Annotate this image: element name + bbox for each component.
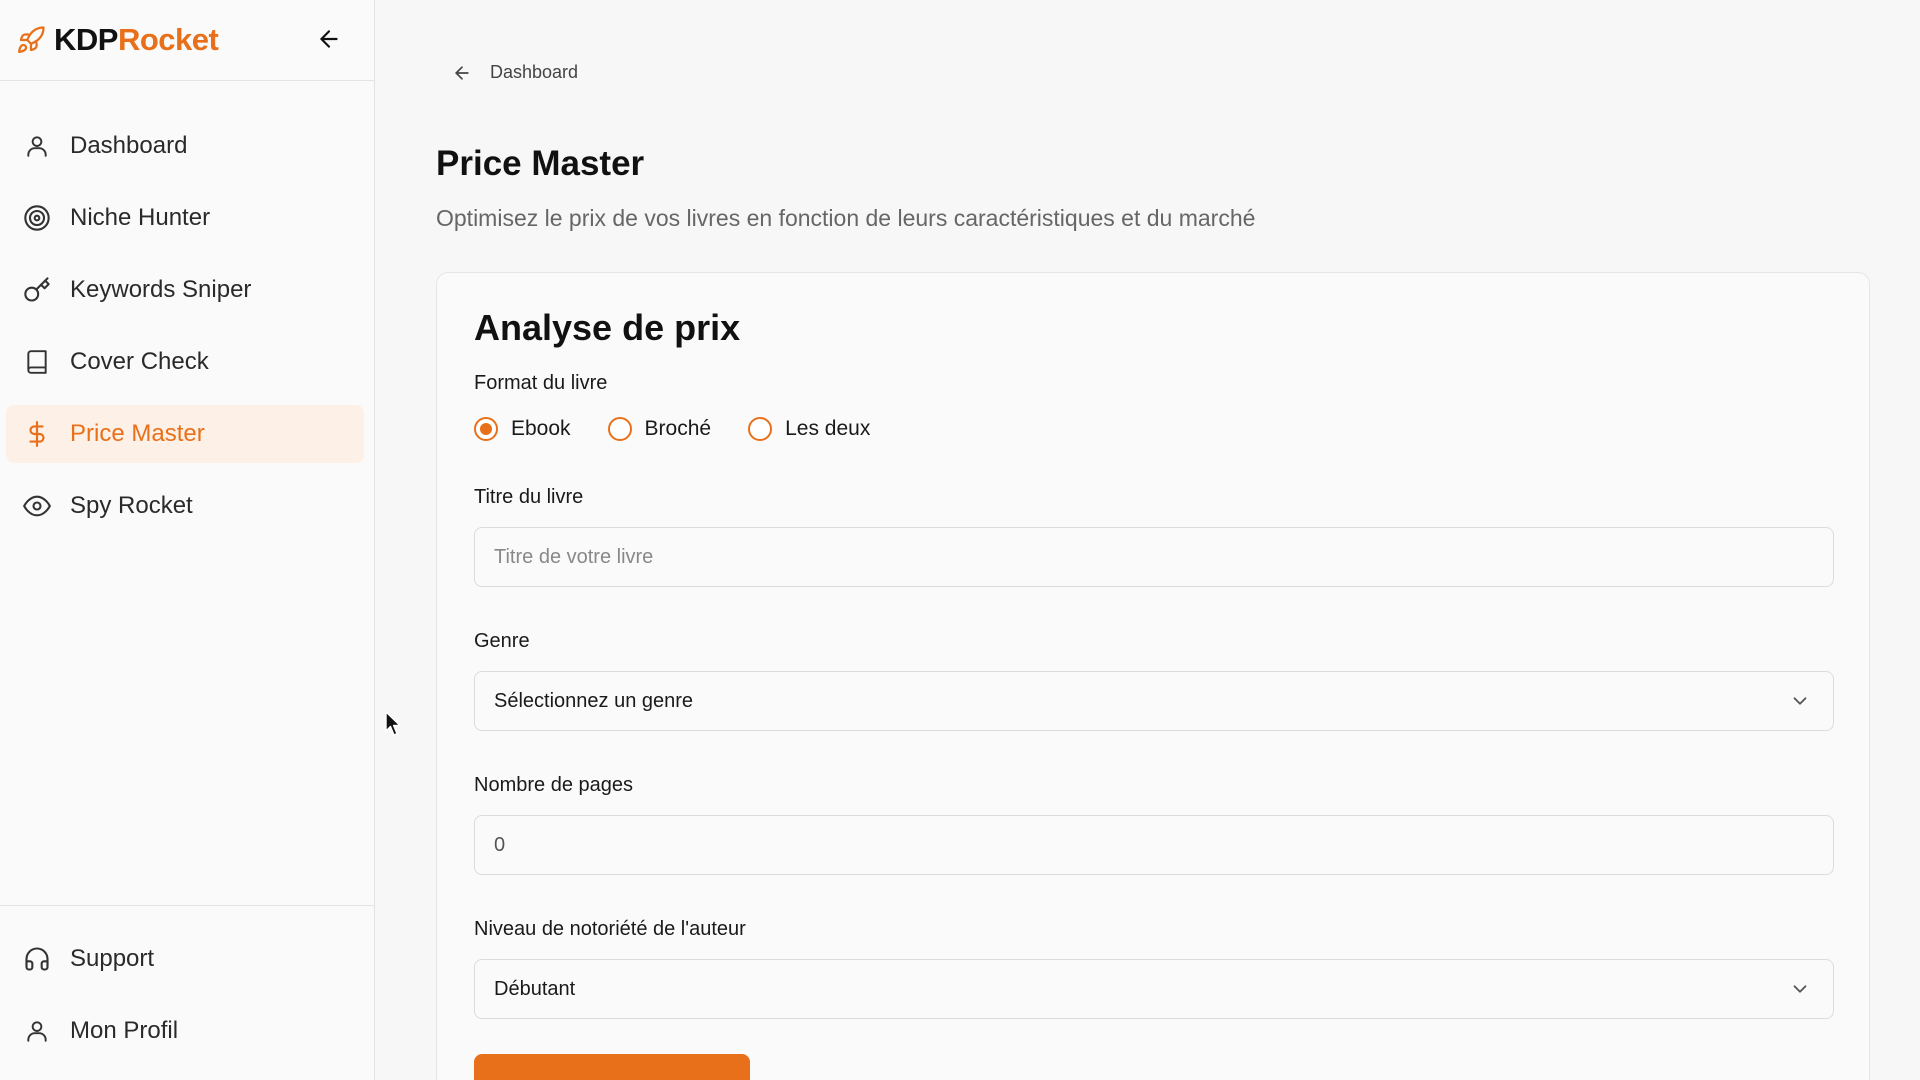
genre-select[interactable]: Sélectionnez un genre [474,671,1834,731]
brand-logo[interactable]: KDPRocket [16,22,219,58]
sidebar-item-cover-check[interactable]: Cover Check [6,333,364,391]
genre-label: Genre [474,630,530,652]
sidebar: KDPRocket Dashboard Niche Hunter Keyword… [0,0,375,1080]
dollar-icon [22,419,52,449]
sidebar-item-mon-profil[interactable]: Mon Profil [6,1002,364,1060]
sidebar-bottom: Support Mon Profil [0,905,374,1080]
format-label: Format du livre [474,372,608,394]
notoriety-label: Niveau de notoriété de l'auteur [474,918,746,940]
main-content: Dashboard Price Master Optimisez le prix… [376,0,1920,1080]
mouse-cursor-icon [385,711,401,736]
price-analysis-card: Analyse de prix Format du livre Ebook Br… [436,272,1870,1080]
eye-icon [22,491,52,521]
sidebar-nav: Dashboard Niche Hunter Keywords Sniper C… [0,81,374,535]
rocket-icon [18,26,45,53]
brand-name: KDPRocket [54,22,219,58]
sidebar-item-dashboard[interactable]: Dashboard [6,117,364,175]
pages-input-value: 0 [494,833,506,856]
brand-name-part1: KDP [54,22,118,57]
radio-label: Broché [644,417,712,440]
sidebar-item-label: Support [70,945,155,972]
sidebar-item-label: Cover Check [70,348,209,375]
target-icon [22,203,52,233]
breadcrumb-label: Dashboard [490,62,579,82]
sidebar-item-label: Keywords Sniper [70,276,252,303]
user-icon [22,1016,52,1046]
arrow-left-icon [455,65,469,80]
book-icon [22,347,52,377]
sidebar-item-keywords-sniper[interactable]: Keywords Sniper [6,261,364,319]
user-icon [22,131,52,161]
chevron-down-icon [1793,697,1807,705]
radio-ebook[interactable]: Ebook [474,417,571,441]
sidebar-item-label: Dashboard [70,132,188,159]
collapse-sidebar-button[interactable] [312,22,346,56]
radio-les-deux[interactable]: Les deux [748,417,870,441]
brand-name-part2: Rocket [117,22,219,57]
page-title: Price Master [436,144,645,183]
sidebar-item-niche-hunter[interactable]: Niche Hunter [6,189,364,247]
radio-unchecked-indicator [607,417,632,441]
radio-label: Les deux [785,417,871,440]
sidebar-item-label: Mon Profil [70,1017,179,1044]
radio-checked-indicator [474,417,498,441]
sidebar-item-price-master[interactable]: Price Master [6,405,364,463]
book-title-input[interactable] [474,527,1834,587]
radio-label: Ebook [511,417,571,440]
pages-input[interactable]: 0 [474,815,1834,875]
page-subtitle: Optimisez le prix de vos livres en fonct… [436,205,1256,231]
analyze-price-button[interactable] [474,1054,750,1080]
sidebar-item-label: Niche Hunter [70,204,211,231]
sidebar-item-label: Price Master [70,420,205,447]
radio-broche[interactable]: Broché [607,417,712,441]
sidebar-item-label: Spy Rocket [70,492,193,519]
sidebar-item-support[interactable]: Support [6,930,364,988]
genre-select-value: Sélectionnez un genre [494,689,694,712]
sidebar-item-spy-rocket[interactable]: Spy Rocket [6,477,364,535]
arrow-left-icon [320,30,338,48]
radio-unchecked-indicator [748,417,773,441]
format-radio-group: Ebook Broché Les deux [474,417,870,441]
breadcrumb[interactable]: Dashboard [452,62,578,83]
book-title-label: Titre du livre [474,486,584,508]
headphones-icon [22,944,52,974]
pages-label: Nombre de pages [474,774,633,796]
notoriety-select-value: Débutant [494,977,576,1000]
key-icon [22,275,52,305]
brand-bar: KDPRocket [0,0,374,81]
card-title: Analyse de prix [474,307,741,348]
chevron-down-icon [1793,985,1807,993]
notoriety-select[interactable]: Débutant [474,959,1834,1019]
